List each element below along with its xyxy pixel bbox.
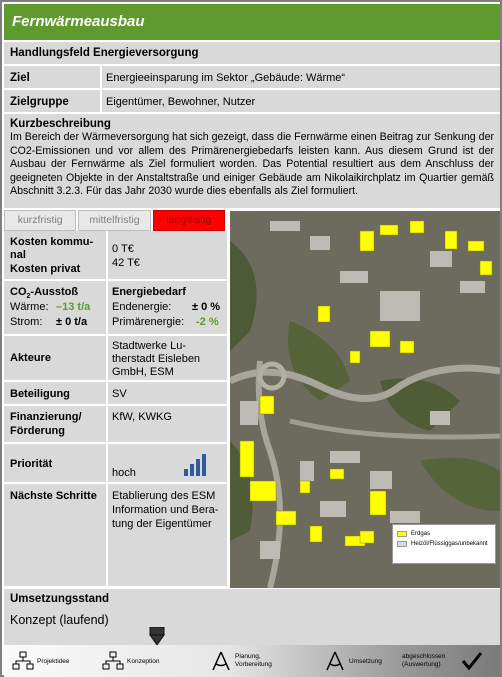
network-icon — [102, 651, 124, 670]
primaerenergie-label: Primärenergie: — [112, 316, 185, 328]
kosten-privat-label: Kosten privat — [10, 263, 81, 275]
naechste-schritte-line: Etablierung des ESM — [112, 490, 216, 502]
priority-bar — [184, 469, 188, 476]
beteiligung-value: SV — [112, 388, 127, 400]
kosten-privat-value: 42 T€ — [112, 257, 140, 269]
kosten-cell: Kosten kommu- nal Kosten privat 0 T€ 42 … — [4, 231, 227, 281]
finanzierung-label: Finanzierung/ — [10, 411, 82, 423]
legend-swatch — [397, 531, 407, 537]
umsetzungsstand-row: Umsetzungsstand Konzept (laufend) — [4, 589, 500, 645]
priority-bar — [202, 454, 206, 476]
primaerenergie-value: -2 % — [196, 316, 219, 328]
co2-energie-cell: CO2-Ausstoß Wärme: –13 t/a Strom: ± 0 t/… — [4, 281, 227, 336]
beteiligung-label: Beteiligung — [10, 388, 70, 400]
network-icon — [12, 651, 34, 670]
tab-kurzfristig: kurzfristig — [4, 210, 77, 231]
phase-label: Projektidee — [37, 657, 70, 665]
naechste-schritte-line: tung der Eigentümer — [112, 518, 212, 530]
akteure-cell: Akteure Stadtwerke Lu- therstadt Eislebe… — [4, 336, 227, 382]
handlungsfeld-label: Handlungsfeld Energieversorgung — [10, 47, 199, 59]
phase-umsetzung: Umsetzung — [324, 651, 382, 671]
prioritaet-cell: Priorität hoch — [4, 444, 227, 484]
phase-label: Konzeption — [127, 657, 160, 665]
priority-bars-icon — [184, 454, 206, 476]
energiebedarf-label: Energiebedarf — [112, 286, 186, 298]
current-phase-marker-icon — [149, 627, 165, 646]
phase-label: Umsetzung — [349, 657, 382, 665]
co2-waerme-label: Wärme: — [10, 301, 49, 313]
naechste-schritte-line: Information und Bera- — [112, 504, 219, 516]
divider — [106, 281, 108, 334]
divider — [100, 90, 102, 112]
tab-langfristig: langfristig — [152, 210, 225, 231]
zielgruppe-label: Zielgruppe — [10, 96, 69, 108]
phase-konzeption: Konzeption — [102, 651, 160, 671]
naechste-schritte-label: Nächste Schritte — [10, 490, 97, 502]
co2-strom-value: ± 0 t/a — [56, 316, 88, 328]
kosten-kommunal-label: Kosten kommu- — [10, 236, 94, 248]
timeframe-tabs: kurzfristig mittelfristig langfristig — [4, 210, 227, 231]
divider — [106, 382, 108, 404]
naechste-schritte-cell: Nächste Schritte Etablierung des ESM Inf… — [4, 484, 227, 588]
co2-strom-label: Strom: — [10, 316, 43, 328]
legend-item-heizoel: Heizöl/Flüssiggas/unbekannt — [397, 541, 488, 547]
divider — [106, 406, 108, 442]
kosten-kommunal-label-cont: nal — [10, 249, 26, 261]
legend-item-erdgas: Erdgas — [397, 531, 430, 537]
akteure-line: GmbH, ESM — [112, 366, 174, 378]
checkmark-icon — [461, 652, 483, 671]
divider — [100, 66, 102, 88]
kosten-kommunal-value: 0 T€ — [112, 243, 134, 255]
umsetzungsstand-label: Umsetzungsstand — [10, 593, 110, 605]
prioritaet-label: Priorität — [10, 458, 53, 470]
tab-mittelfristig: mittelfristig — [78, 210, 151, 231]
phase-projektidee: Projektidee — [12, 651, 70, 671]
kurzbeschreibung-row: Kurzbeschreibung Im Bereich der Wärmever… — [4, 114, 500, 210]
aerial-map: Erdgas Heizöl/Flüssiggas/unbekannt — [230, 211, 500, 588]
kurzbeschreibung-text: Im Bereich der Wärmeversorgung hat sich … — [10, 131, 494, 198]
zielgruppe-row: Zielgruppe Eigentümer, Bewohner, Nutzer — [4, 90, 500, 114]
beteiligung-cell: Beteiligung SV — [4, 382, 227, 406]
page-title: Fernwärmeausbau — [4, 4, 500, 42]
divider — [106, 336, 108, 380]
phase-abgeschlossen: abgeschlossen (Auswertung) — [402, 651, 483, 671]
zielgruppe-value: Eigentümer, Bewohner, Nutzer — [106, 96, 256, 108]
akteure-line: therstadt Eisleben — [112, 353, 201, 365]
akteure-label: Akteure — [10, 352, 51, 364]
legend-swatch — [397, 541, 407, 547]
compass-icon — [326, 651, 344, 671]
foerderung-label: Förderung — [10, 425, 65, 437]
phase-label: abgeschlossen (Auswertung) — [402, 653, 446, 668]
legend-label: Heizöl/Flüssiggas/unbekannt — [411, 541, 488, 547]
priority-bar — [190, 464, 194, 476]
finanzierung-cell: Finanzierung/ Förderung KfW, KWKG — [4, 406, 227, 444]
ziel-label: Ziel — [10, 72, 30, 84]
divider — [106, 444, 108, 482]
co2-waerme-value: –13 t/a — [56, 301, 91, 313]
phase-progress-bar: Projektidee Konzeption Planung, Vorberei… — [4, 645, 500, 677]
measure-sheet: Fernwärmeausbau Handlungsfeld Energiever… — [0, 0, 502, 677]
endenergie-value: ± 0 % — [192, 301, 221, 313]
map-legend: Erdgas Heizöl/Flüssiggas/unbekannt — [392, 524, 496, 564]
compass-icon — [212, 651, 230, 671]
phase-label: Planung, Vorbereitung — [235, 653, 272, 668]
divider — [106, 484, 108, 586]
ziel-row: Ziel Energieeinsparung im Sektor „Gebäud… — [4, 66, 500, 90]
phase-planung: Planung, Vorbereitung — [210, 651, 285, 671]
prioritaet-value: hoch — [112, 467, 136, 479]
endenergie-label: Endenergie: — [112, 301, 172, 313]
akteure-line: Stadtwerke Lu- — [112, 340, 186, 352]
handlungsfeld-row: Handlungsfeld Energieversorgung — [4, 42, 500, 66]
kurzbeschreibung-label: Kurzbeschreibung — [10, 118, 111, 130]
finanzierung-value: KfW, KWKG — [112, 411, 172, 423]
ziel-value: Energieeinsparung im Sektor „Gebäude: Wä… — [106, 72, 346, 84]
divider — [106, 231, 108, 279]
legend-label: Erdgas — [411, 531, 431, 537]
priority-bar — [196, 459, 200, 476]
umsetzungsstand-value: Konzept (laufend) — [10, 613, 109, 627]
